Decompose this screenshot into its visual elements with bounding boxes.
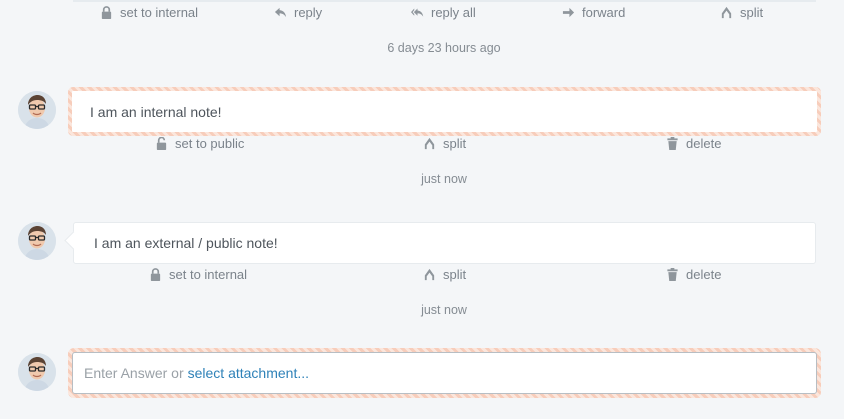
split-label: split — [443, 266, 467, 282]
reply-icon — [274, 7, 287, 17]
lock-icon — [150, 267, 161, 281]
avatar-image — [18, 353, 56, 391]
set-public-label: set to public — [175, 135, 245, 151]
forward-label: forward — [582, 4, 626, 20]
split-button[interactable]: split — [720, 5, 763, 20]
set-internal-button[interactable]: set to internal — [149, 267, 247, 282]
split-button[interactable]: split — [423, 267, 466, 282]
split-icon — [721, 6, 732, 18]
answer-placeholder: Enter Answer or — [84, 365, 184, 381]
trash-icon — [667, 267, 678, 281]
reply-button[interactable]: reply — [274, 5, 322, 20]
reply-all-label: reply all — [431, 4, 476, 20]
reply-all-button[interactable]: reply all — [411, 5, 476, 20]
split-label: split — [740, 4, 764, 20]
delete-label: delete — [686, 135, 722, 151]
public-note-body: I am an external / public note! — [73, 222, 816, 264]
answer-container: Enter Answer or select attachment... — [68, 348, 821, 398]
avatar-image — [18, 91, 56, 129]
internal-note-text: I am an internal note! — [90, 103, 222, 120]
avatar[interactable] — [18, 222, 56, 260]
article-timestamp: 6 days 23 hours ago — [387, 41, 501, 55]
avatar-image — [18, 222, 56, 260]
split-label: split — [443, 135, 467, 151]
forward-button[interactable]: forward — [562, 5, 625, 20]
public-note-timestamp: just now — [421, 303, 467, 317]
reply-label: reply — [294, 4, 323, 20]
delete-button[interactable]: delete — [666, 136, 721, 151]
select-attachment-link[interactable]: select attachment... — [188, 365, 309, 381]
set-internal-label: set to internal — [169, 266, 248, 282]
public-note-text: I am an external / public note! — [94, 235, 278, 251]
article-bottom-border — [73, 0, 816, 2]
lock-icon — [101, 5, 112, 19]
split-icon — [424, 268, 435, 280]
forward-icon — [562, 7, 575, 17]
split-icon — [424, 137, 435, 149]
avatar[interactable] — [18, 353, 56, 391]
delete-label: delete — [686, 266, 722, 282]
set-internal-label: set to internal — [120, 4, 199, 20]
internal-note-timestamp: just now — [421, 172, 467, 186]
set-internal-button[interactable]: set to internal — [100, 5, 198, 20]
reply-all-icon — [411, 7, 424, 17]
lock-icon — [156, 136, 167, 150]
set-public-button[interactable]: set to public — [155, 136, 244, 151]
delete-button[interactable]: delete — [666, 267, 721, 282]
internal-note-body: I am an internal note! — [68, 87, 821, 136]
answer-input[interactable]: Enter Answer or select attachment... — [72, 352, 817, 394]
avatar[interactable] — [18, 91, 56, 129]
split-button[interactable]: split — [423, 136, 466, 151]
trash-icon — [667, 136, 678, 150]
